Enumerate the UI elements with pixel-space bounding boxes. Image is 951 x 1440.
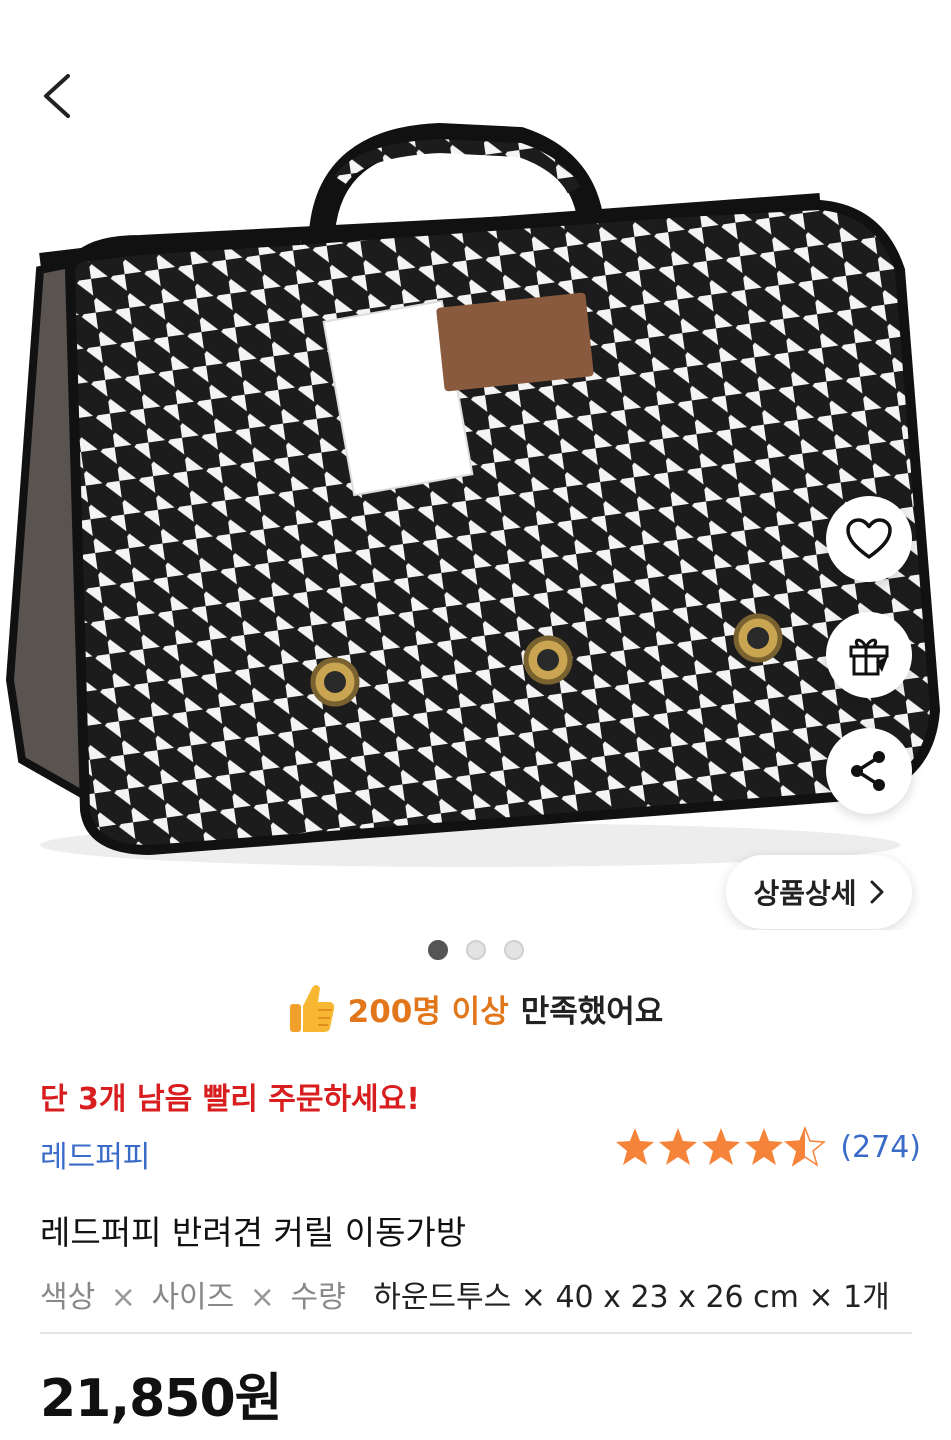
brand-link[interactable]: 레드퍼피	[40, 1132, 150, 1176]
rating[interactable]: (274)	[614, 1126, 921, 1168]
share-button[interactable]	[826, 728, 912, 814]
gallery-dot[interactable]	[465, 940, 486, 960]
gift-icon	[849, 638, 889, 676]
heart-icon	[846, 518, 892, 559]
star-rating-icon	[616, 1127, 826, 1166]
satisfaction-banner: 200명 이상 만족했어요	[0, 982, 951, 1034]
satisfaction-count: 200명 이상	[347, 993, 509, 1030]
product-hero: 상품상세	[0, 0, 951, 930]
divider	[40, 1332, 912, 1334]
product-image[interactable]	[0, 120, 951, 880]
wishlist-button[interactable]	[826, 496, 912, 582]
chevron-left-icon	[44, 74, 70, 118]
option-label-color: 색상	[40, 1280, 96, 1315]
product-detail-label: 상품상세	[753, 877, 857, 910]
review-count: (274)	[840, 1129, 921, 1165]
gallery-pagination	[0, 940, 951, 960]
gallery-dot[interactable]	[503, 940, 524, 960]
stock-notice: 단 3개 남음 빨리 주문하세요!	[40, 1082, 420, 1117]
gift-button[interactable]	[826, 612, 912, 698]
selected-options[interactable]: 색상 × 사이즈 × 수량 하운드투스 × 40 x 23 x 26 cm × …	[40, 1272, 890, 1316]
option-value: 하운드투스 × 40 x 23 x 26 cm × 1개	[373, 1280, 890, 1315]
product-title: 레드퍼피 반려견 커릴 이동가방	[40, 1213, 467, 1252]
chevron-right-icon	[870, 880, 884, 904]
back-button[interactable]	[30, 64, 90, 128]
product-price: 21,850원	[40, 1369, 283, 1429]
satisfaction-text: 만족했어요	[520, 993, 664, 1030]
option-label-quantity: 수량	[290, 1280, 346, 1315]
gallery-dot[interactable]	[427, 940, 448, 960]
thumbs-up-icon	[289, 985, 334, 1032]
product-detail-button[interactable]: 상품상세	[726, 855, 912, 929]
option-label-size: 사이즈	[151, 1280, 235, 1315]
share-icon	[851, 751, 885, 791]
